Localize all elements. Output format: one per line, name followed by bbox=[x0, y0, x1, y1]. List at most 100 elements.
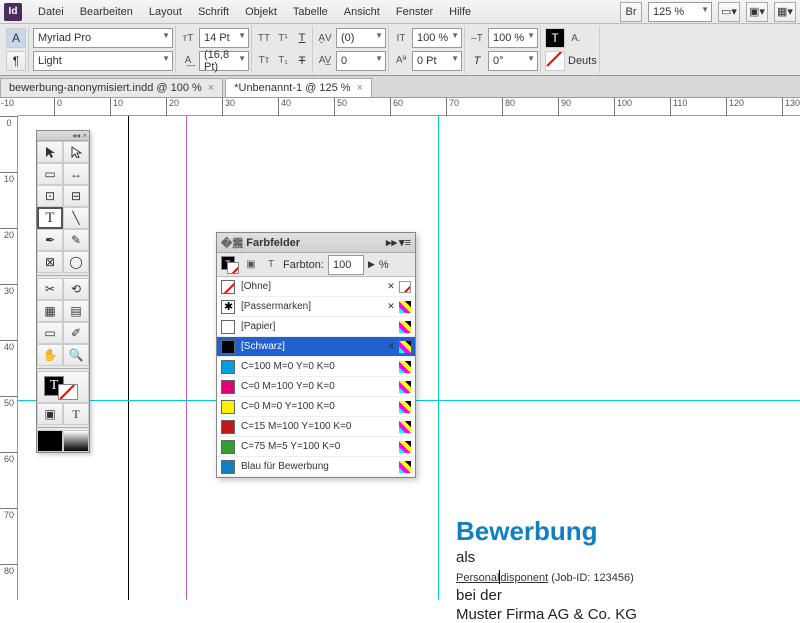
menu-objekt[interactable]: Objekt bbox=[237, 3, 285, 21]
swatch-row[interactable]: [Papier] bbox=[217, 317, 415, 337]
color-mode-icon bbox=[399, 281, 411, 293]
panel-menu-icon[interactable]: ▾≡ bbox=[399, 236, 411, 249]
page-tool[interactable]: ▭ bbox=[37, 163, 63, 185]
pencil-tool[interactable]: ✎ bbox=[63, 229, 89, 251]
swatch-row[interactable]: C=15 M=100 Y=100 K=0 bbox=[217, 417, 415, 437]
fill-icon[interactable]: T bbox=[545, 28, 565, 48]
menu-layout[interactable]: Layout bbox=[141, 3, 190, 21]
content-tool[interactable]: ⊡ bbox=[37, 185, 63, 207]
hand-tool[interactable]: ✋ bbox=[37, 344, 63, 366]
format-container-icon[interactable]: ▣ bbox=[37, 403, 63, 425]
doc-tab[interactable]: *Unbenannt-1 @ 125 %× bbox=[225, 78, 372, 97]
scissors-tool[interactable]: ✂ bbox=[37, 278, 63, 300]
gradient-tool[interactable]: ▦ bbox=[37, 300, 63, 322]
swatch-row[interactable]: C=0 M=100 Y=0 K=0 bbox=[217, 377, 415, 397]
menu-fenster[interactable]: Fenster bbox=[388, 3, 441, 21]
vscale-icon: IT bbox=[393, 30, 409, 46]
arrange-icon[interactable]: ▦▾ bbox=[774, 2, 796, 22]
swatch-row[interactable]: C=0 M=0 Y=100 K=0 bbox=[217, 397, 415, 417]
menu-schrift[interactable]: Schrift bbox=[190, 3, 237, 21]
transform-tool[interactable]: ⟲ bbox=[63, 278, 89, 300]
menu-datei[interactable]: Datei bbox=[30, 3, 72, 21]
text-frame[interactable]: Bewerbung als Personaldisponent (Job-ID:… bbox=[456, 516, 637, 623]
panel-collapse-icon[interactable]: ▸▸ bbox=[386, 236, 397, 249]
screen-mode-icon[interactable]: ▣▾ bbox=[746, 2, 768, 22]
toolbox[interactable]: ◂◂ × ▭ ↔ ⊡ ⊟ T ╲ ✒ ✎ ⊠ ◯ ✂ ⟲ ▦ ▤ ▭ ✐ ✋ 🔍… bbox=[36, 130, 90, 453]
smallcaps-icon[interactable]: Tᴛ bbox=[256, 53, 272, 69]
gradient-feather-tool[interactable]: ▤ bbox=[63, 300, 89, 322]
sup-icon[interactable]: T¹ bbox=[275, 30, 291, 46]
color-mode-icon bbox=[399, 321, 411, 333]
tint-field[interactable]: 100 bbox=[328, 255, 364, 275]
swatch-row[interactable]: [Schwarz]✕ bbox=[217, 337, 415, 357]
kerning-field[interactable]: (0)▼ bbox=[336, 28, 386, 48]
menubar: Id DateiBearbeitenLayoutSchriftObjektTab… bbox=[0, 0, 800, 24]
container-format-icon[interactable]: ▣ bbox=[243, 257, 259, 273]
tab-close-icon[interactable]: × bbox=[208, 82, 214, 94]
tab-close-icon[interactable]: × bbox=[357, 82, 363, 94]
vscale-field[interactable]: 100 %▼ bbox=[412, 28, 462, 48]
margin-guide bbox=[186, 116, 187, 600]
swatch-row[interactable]: Blau für Bewerbung bbox=[217, 457, 415, 477]
zoom-select[interactable]: 125 %▼ bbox=[648, 2, 712, 22]
swatch-row[interactable]: C=75 M=5 Y=100 K=0 bbox=[217, 437, 415, 457]
ruler-vertical[interactable]: 01020304050607080 bbox=[0, 116, 18, 600]
zoom-tool[interactable]: 🔍 bbox=[63, 344, 89, 366]
apply-gradient-icon[interactable] bbox=[63, 430, 89, 452]
doc-tab[interactable]: bewerbung-anonymisiert.indd @ 100 %× bbox=[0, 78, 223, 97]
menu-hilfe[interactable]: Hilfe bbox=[441, 3, 479, 21]
guide-v[interactable] bbox=[438, 116, 439, 600]
fill-stroke-tool[interactable]: T bbox=[37, 371, 89, 403]
swatches-header[interactable]: �震Farbfelder ▸▸▾≡ bbox=[217, 233, 415, 253]
skew-field[interactable]: 0°▼ bbox=[488, 51, 538, 71]
swatches-panel[interactable]: �震Farbfelder ▸▸▾≡ T ▣ T Farbton: 100 ▶ %… bbox=[216, 232, 416, 478]
menu-ansicht[interactable]: Ansicht bbox=[336, 3, 388, 21]
caps-icon[interactable]: TT bbox=[256, 30, 272, 46]
tint-arrow-icon[interactable]: ▶ bbox=[368, 259, 375, 270]
eyedropper-tool[interactable]: ✐ bbox=[63, 322, 89, 344]
menu-tabelle[interactable]: Tabelle bbox=[285, 3, 336, 21]
color-mode-icon bbox=[399, 421, 411, 433]
note-tool[interactable]: ▭ bbox=[37, 322, 63, 344]
hscale-icon: ‒T bbox=[469, 30, 485, 46]
line-tool[interactable]: ╲ bbox=[63, 207, 89, 229]
apply-color-icon[interactable] bbox=[37, 430, 63, 452]
ruler-horizontal[interactable]: -100102030405060708090100110120130 bbox=[18, 98, 800, 116]
baseline-icon: Aª bbox=[393, 53, 409, 69]
color-mode-icon bbox=[399, 401, 411, 413]
leading-field[interactable]: (16,8 Pt)▼ bbox=[199, 51, 249, 71]
sub-icon[interactable]: T₁ bbox=[275, 53, 291, 69]
swatch-row[interactable]: C=100 M=0 Y=0 K=0 bbox=[217, 357, 415, 377]
text-format-icon[interactable]: T bbox=[263, 257, 279, 273]
track-icon: AV̲ bbox=[317, 53, 333, 69]
content-place-tool[interactable]: ⊟ bbox=[63, 185, 89, 207]
frame-tool[interactable]: ⊠ bbox=[37, 251, 63, 273]
rect-tool[interactable]: ◯ bbox=[63, 251, 89, 273]
char-mode-icon[interactable]: A bbox=[6, 28, 26, 48]
swatch-row[interactable]: [Passermarken]✕ bbox=[217, 297, 415, 317]
direct-select-tool[interactable] bbox=[63, 141, 89, 163]
baseline-field[interactable]: 0 Pt▼ bbox=[412, 51, 462, 71]
swatches-list[interactable]: [Ohne]✕[Passermarken]✕[Papier][Schwarz]✕… bbox=[217, 277, 415, 477]
selection-tool[interactable] bbox=[37, 141, 63, 163]
font-size-field[interactable]: 14 Pt▼ bbox=[199, 28, 249, 48]
gap-tool[interactable]: ↔ bbox=[63, 163, 89, 185]
menu-bearbeiten[interactable]: Bearbeiten bbox=[72, 3, 141, 21]
pen-tool[interactable]: ✒ bbox=[37, 229, 63, 251]
char-style-icon[interactable]: A. bbox=[568, 30, 584, 46]
underline-icon[interactable]: T bbox=[294, 30, 310, 46]
stroke-icon[interactable] bbox=[545, 51, 565, 71]
hscale-field[interactable]: 100 %▼ bbox=[488, 28, 538, 48]
swatch-row[interactable]: [Ohne]✕ bbox=[217, 277, 415, 297]
para-mode-icon[interactable]: ¶ bbox=[6, 51, 26, 71]
color-mode-icon bbox=[399, 461, 411, 473]
toolbox-header[interactable]: ◂◂ × bbox=[37, 131, 89, 141]
format-text-icon[interactable]: T bbox=[63, 403, 89, 425]
bridge-icon[interactable]: Br bbox=[620, 2, 642, 22]
view-mode-icon[interactable]: ▭▾ bbox=[718, 2, 740, 22]
font-family-field[interactable]: Myriad Pro▼ bbox=[33, 28, 173, 48]
strike-icon[interactable]: T bbox=[294, 53, 310, 69]
type-tool[interactable]: T bbox=[37, 207, 63, 229]
tracking-field[interactable]: 0▼ bbox=[336, 51, 386, 71]
font-weight-field[interactable]: Light▼ bbox=[33, 51, 173, 71]
